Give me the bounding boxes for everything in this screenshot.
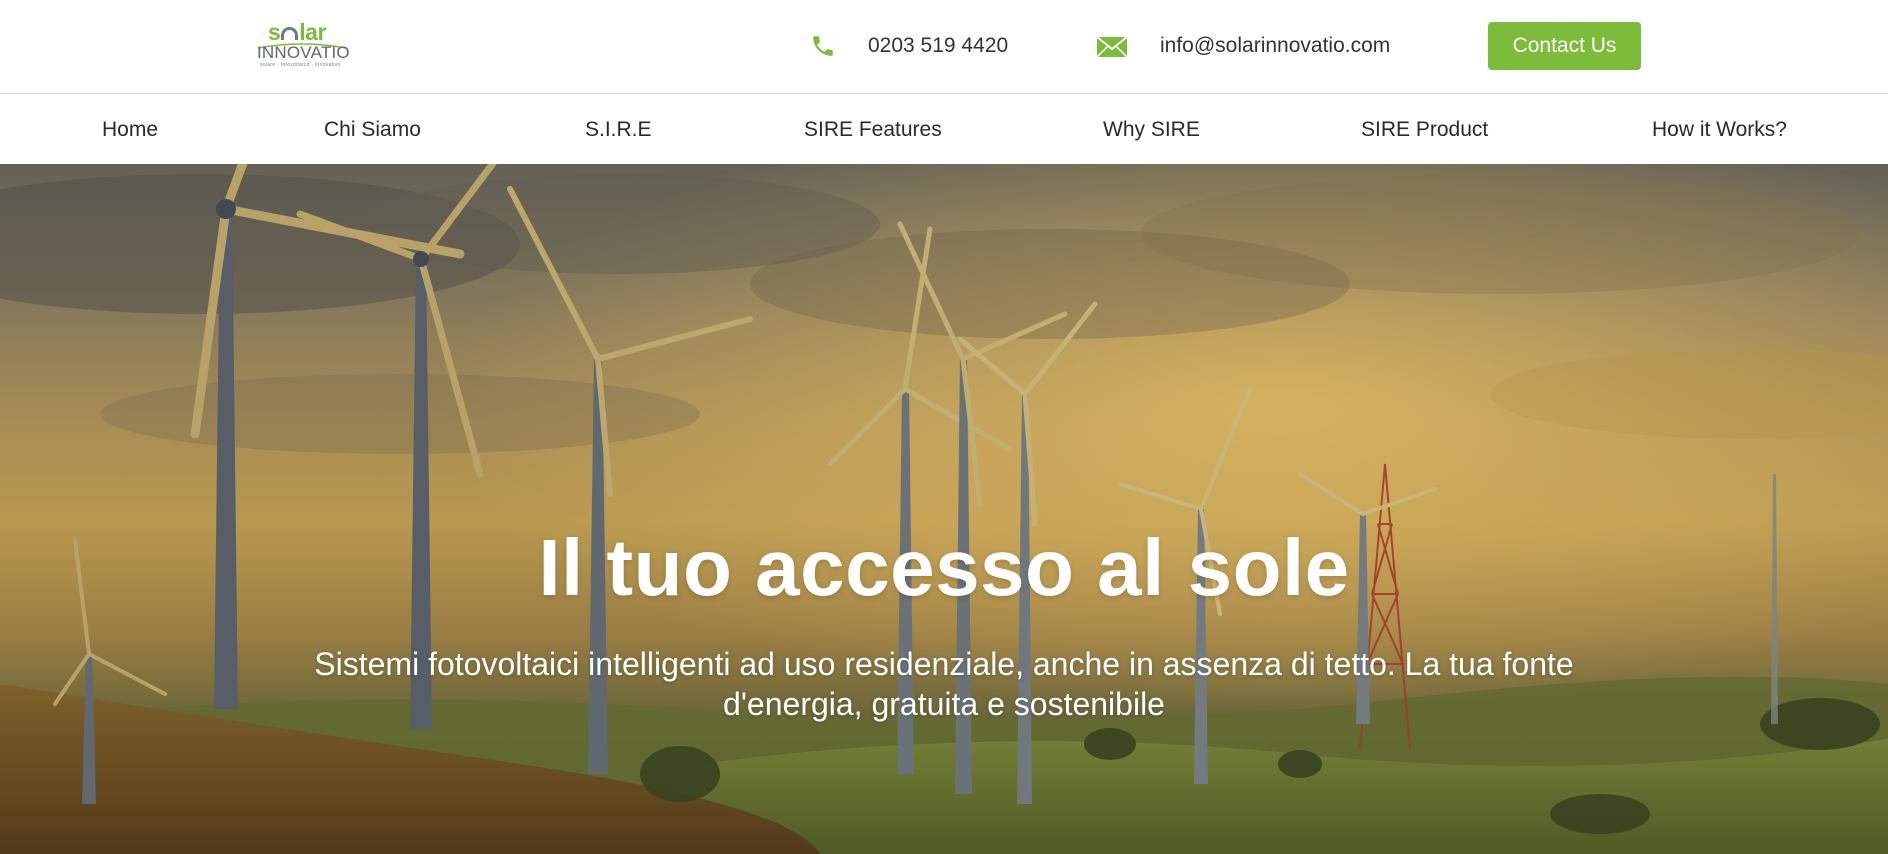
envelope-icon [1096,36,1128,58]
nav-item-how-it-works[interactable]: How it Works? [1652,117,1787,143]
sun-arc-icon [281,27,299,40]
nav-item-sire-product[interactable]: SIRE Product [1361,117,1488,143]
nav-item-sire-features[interactable]: SIRE Features [804,117,942,143]
logo-tagline: solare · fotovoltaico · innovativo [260,62,341,68]
logo-wordmark-bottom: INNOVATIO [257,43,350,62]
nav-item-sire[interactable]: S.I.R.E [585,117,652,143]
nav-item-chi-siamo[interactable]: Chi Siamo [324,117,421,143]
hero-subtitle: Sistemi fotovoltaici intelligenti ad uso… [314,646,1574,722]
main-navigation: Home Chi Siamo S.I.R.E SIRE Features Why… [0,95,1888,164]
wind-farm-background-image [0,164,1888,854]
logo-wordmark-top: s lar [268,19,326,45]
phone-link[interactable]: 0203 519 4420 [868,33,1008,59]
nav-item-home[interactable]: Home [102,117,158,143]
nav-item-why-sire[interactable]: Why SIRE [1103,117,1200,143]
site-header: s lar INNOVATIO solare · fotovoltaico · i… [0,0,1888,94]
email-link[interactable]: info@solarinnovatio.com [1160,33,1390,59]
phone-icon [813,36,833,56]
site-logo[interactable]: s lar INNOVATIO solare · fotovoltaico · i… [256,19,350,70]
hero-title: Il tuo accesso al sole [538,523,1350,612]
hero-banner: Il tuo accesso al sole Sistemi fotovolta… [0,164,1888,854]
contact-us-button[interactable]: Contact Us [1488,22,1641,70]
